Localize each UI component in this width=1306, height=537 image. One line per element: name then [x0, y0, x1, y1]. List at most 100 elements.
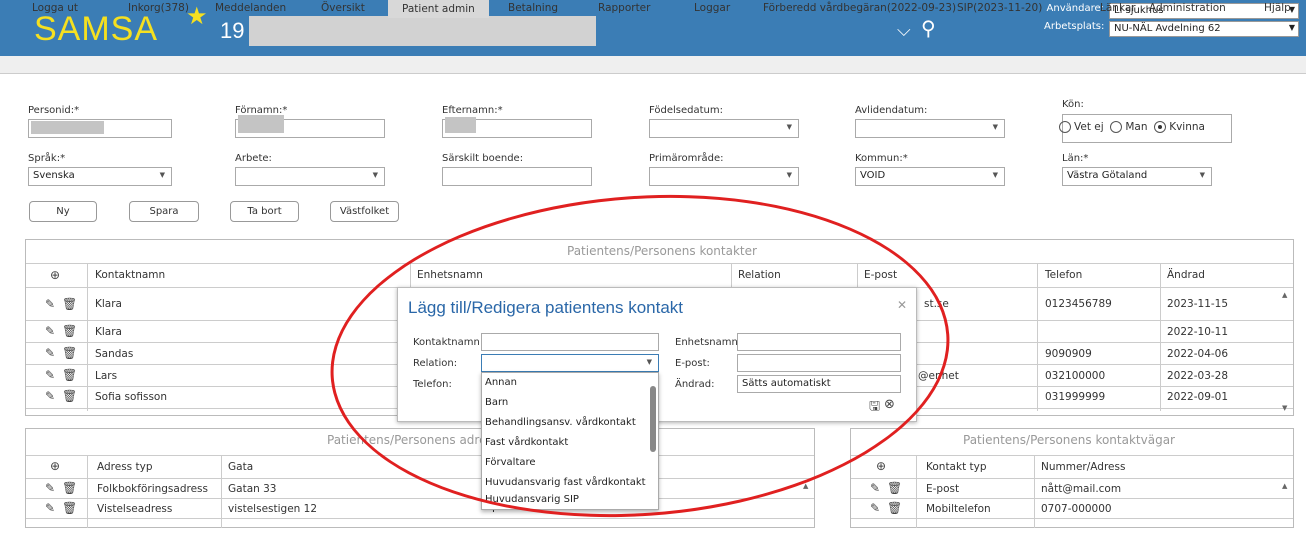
lan-label: Län:*: [1062, 153, 1089, 164]
lan-value: Västra Götaland: [1067, 170, 1148, 181]
kontaktvag-value: nått@mail.com: [1041, 483, 1122, 495]
contact-andrad: 2023-11-15: [1167, 298, 1229, 310]
patient-banner-redacted: [249, 16, 596, 46]
sprak-value: Svenska: [33, 170, 75, 181]
kommun-value: VOID: [860, 170, 886, 181]
trash-icon[interactable]: 🗑: [62, 389, 77, 403]
menu-inkorg[interactable]: Inkorg(378): [128, 2, 189, 14]
chevron-down-icon[interactable]: ⌵: [897, 20, 911, 41]
trash-icon[interactable]: 🗑: [62, 501, 77, 515]
divider: [87, 263, 88, 411]
divider: [851, 518, 1293, 519]
menu-sip[interactable]: SIP(2023-11-20): [957, 2, 1042, 14]
menu-patient-admin[interactable]: Patient admin: [388, 0, 489, 18]
address-typ: Folkbokföringsadress: [97, 483, 208, 495]
dropdown-arrow-icon: ▼: [992, 171, 998, 179]
contact-andrad: 2022-04-06: [1167, 348, 1229, 360]
edit-icon[interactable]: ✎: [870, 501, 880, 515]
avlidendatum-select[interactable]: ▼: [855, 119, 1005, 138]
radio-man[interactable]: [1110, 121, 1123, 133]
edit-icon[interactable]: ✎: [45, 389, 55, 403]
ticket-number: 19: [220, 18, 245, 43]
divider: [87, 455, 88, 528]
lan-select[interactable]: Västra Götaland ▼: [1062, 167, 1212, 186]
trash-icon[interactable]: 🗑: [62, 368, 77, 382]
menu-administration[interactable]: Administration: [1149, 2, 1226, 14]
add-circle-icon[interactable]: ⊕: [50, 459, 60, 473]
fodelsedatum-select[interactable]: ▼: [649, 119, 799, 138]
trash-icon[interactable]: 🗑: [62, 297, 77, 311]
spara-button[interactable]: Spara: [129, 201, 199, 222]
trash-icon[interactable]: 🗑: [62, 481, 77, 495]
trash-icon[interactable]: 🗑: [887, 501, 902, 515]
contact-telefon: 0123456789: [1045, 298, 1112, 310]
menu-loggar[interactable]: Loggar: [694, 2, 730, 14]
contact-name: Lars: [95, 370, 118, 382]
add-circle-icon[interactable]: ⊕: [876, 459, 886, 473]
star-icon[interactable]: ★: [186, 2, 208, 30]
contact-telefon: 9090909: [1045, 348, 1092, 360]
workplace-select[interactable]: NU-NÄL Avdelning 62 ▼: [1109, 21, 1299, 37]
kon-radio-group: Vet ej Man Kvinna: [1059, 121, 1205, 133]
add-circle-icon[interactable]: ⊕: [50, 268, 60, 282]
radio-kvinna[interactable]: [1154, 121, 1167, 133]
kon-label: Kön:: [1062, 99, 1084, 110]
dropdown-arrow-icon: ▼: [1288, 23, 1295, 32]
kontaktvag-typ: E-post: [926, 483, 960, 495]
radio-man-label: Man: [1125, 121, 1148, 133]
trash-icon[interactable]: 🗑: [62, 346, 77, 360]
sprak-select[interactable]: Svenska ▼: [28, 167, 172, 186]
scroll-up-icon[interactable]: ▲: [1282, 482, 1287, 490]
arbete-select[interactable]: ▼: [235, 167, 385, 186]
menu-forberedd-vardbegaran[interactable]: Förberedd vårdbegäran(2022-09-23): [763, 2, 956, 14]
radio-vet-ej[interactable]: [1059, 121, 1071, 133]
col-kontaktnamn: Kontaktnamn: [95, 269, 166, 281]
workplace-label: Arbetsplats:: [1044, 21, 1105, 32]
kontaktvagar-title: Patientens/Personens kontaktvägar: [963, 433, 1175, 447]
primaromrade-select[interactable]: ▼: [649, 167, 799, 186]
col-adress-typ: Adress typ: [97, 461, 153, 473]
divider: [221, 455, 222, 528]
edit-icon[interactable]: ✎: [45, 481, 55, 495]
menu-rapporter[interactable]: Rapporter: [598, 2, 650, 14]
search-icon[interactable]: ⚲: [921, 16, 936, 40]
radio-kvinna-label: Kvinna: [1169, 121, 1205, 133]
vastfolket-button[interactable]: Västfolket: [330, 201, 399, 222]
trash-icon[interactable]: 🗑: [887, 481, 902, 495]
scroll-down-icon[interactable]: ▼: [1282, 404, 1287, 412]
col-telefon: Telefon: [1045, 269, 1083, 281]
menu-bar: [0, 56, 1306, 74]
ta-bort-button[interactable]: Ta bort: [230, 201, 299, 222]
edit-icon[interactable]: ✎: [45, 346, 55, 360]
workplace-value: NU-NÄL Avdelning 62: [1114, 23, 1221, 34]
contact-andrad: 2022-09-01: [1167, 391, 1229, 403]
menu-logga-ut[interactable]: Logga ut: [32, 2, 78, 14]
menu-lankar[interactable]: Länkar: [1100, 2, 1136, 14]
dropdown-arrow-icon: ▼: [159, 171, 165, 179]
edit-icon[interactable]: ✎: [45, 368, 55, 382]
dropdown-arrow-icon: ▼: [372, 171, 378, 179]
radio-vet-ej-label: Vet ej: [1074, 121, 1104, 133]
divider: [1160, 263, 1161, 411]
edit-icon[interactable]: ✎: [45, 324, 55, 338]
edit-icon[interactable]: ✎: [870, 481, 880, 495]
menu-betalning[interactable]: Betalning: [508, 2, 558, 14]
app-logo[interactable]: SAMSA: [34, 10, 158, 49]
contact-andrad: 2022-10-11: [1167, 326, 1229, 338]
efternamn-label: Efternamn:*: [442, 105, 503, 116]
menu-meddelanden[interactable]: Meddelanden: [215, 2, 286, 14]
contact-telefon: 032100000: [1045, 370, 1106, 382]
sarskilt-boende-input[interactable]: [442, 167, 592, 186]
col-gata: Gata: [228, 461, 254, 473]
edit-icon[interactable]: ✎: [45, 297, 55, 311]
ny-button[interactable]: Ny: [29, 201, 97, 222]
address-gata: Gatan 33: [228, 483, 277, 495]
divider: [851, 498, 1293, 499]
menu-oversikt[interactable]: Översikt: [321, 2, 365, 14]
trash-icon[interactable]: 🗑: [62, 324, 77, 338]
user-label: Användare:: [1046, 3, 1104, 14]
menu-hjalp[interactable]: Hjälp: [1264, 2, 1291, 14]
kommun-select[interactable]: VOID ▼: [855, 167, 1005, 186]
scroll-up-icon[interactable]: ▲: [1282, 291, 1287, 299]
edit-icon[interactable]: ✎: [45, 501, 55, 515]
